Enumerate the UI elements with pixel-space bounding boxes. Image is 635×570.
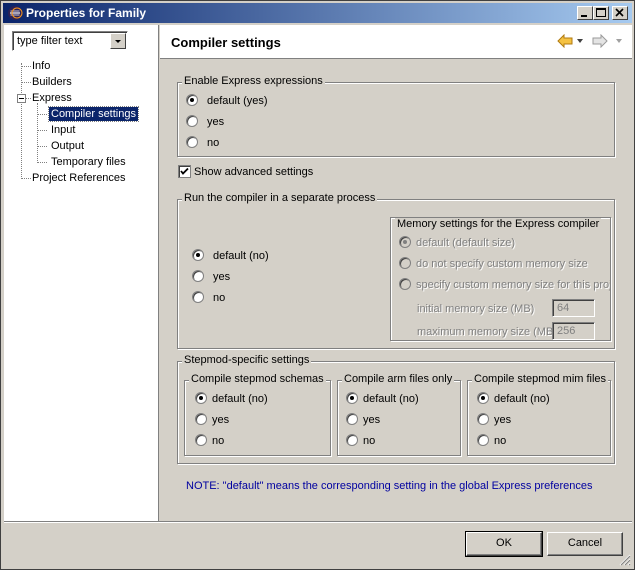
radio-indicator[interactable] bbox=[346, 392, 358, 404]
initial-memory-label: initial memory size (MB) bbox=[417, 303, 535, 315]
compile-stepmod-schemas-group: Compile stepmod schemas default (no) yes… bbox=[184, 373, 331, 456]
group-label: Run the compiler in a separate process bbox=[182, 192, 378, 204]
checkbox-indicator[interactable] bbox=[178, 165, 191, 178]
group-label: Stepmod-specific settings bbox=[182, 354, 312, 366]
radio-indicator[interactable] bbox=[186, 136, 198, 148]
title-bar[interactable]: Properties for Family bbox=[3, 3, 632, 23]
maximum-memory-label: maximum memory size (MB) bbox=[417, 326, 557, 338]
radio-indicator[interactable] bbox=[186, 94, 198, 106]
collapse-icon[interactable] bbox=[17, 94, 26, 103]
eclipse-icon bbox=[8, 6, 23, 20]
compile-stepmod-mim-group: Compile stepmod mim files default (no) y… bbox=[467, 373, 611, 456]
dropdown-icon[interactable] bbox=[616, 39, 623, 44]
radio-indicator[interactable] bbox=[477, 434, 489, 446]
ok-button[interactable]: OK bbox=[465, 531, 543, 557]
initial-memory-field[interactable]: 64 bbox=[552, 299, 595, 317]
radio-indicator[interactable] bbox=[477, 392, 489, 404]
tree-item-temporary-files[interactable]: Temporary files bbox=[49, 155, 128, 169]
tree-line bbox=[21, 63, 22, 179]
filter-combo[interactable]: type filter text bbox=[12, 31, 128, 51]
close-button[interactable] bbox=[612, 6, 628, 20]
checkmark-icon bbox=[180, 167, 189, 175]
tree-item-express[interactable]: Express bbox=[30, 91, 74, 105]
radio-indicator[interactable] bbox=[346, 434, 358, 446]
maximum-memory-field[interactable]: 256 bbox=[552, 322, 595, 340]
tree-line bbox=[37, 130, 47, 131]
radio-indicator[interactable] bbox=[195, 413, 207, 425]
chevron-down-icon bbox=[115, 40, 121, 43]
memory-settings-group: Memory settings for the Express compiler… bbox=[390, 217, 611, 341]
group-label: Memory settings for the Express compiler bbox=[395, 218, 602, 230]
filter-dropdown-button[interactable] bbox=[110, 33, 126, 49]
tree-item-compiler-settings[interactable]: Compiler settings bbox=[48, 106, 139, 122]
settings-content: Enable Express expressions default (yes)… bbox=[160, 59, 632, 521]
radio-indicator[interactable] bbox=[399, 236, 411, 248]
window-title: Properties for Family bbox=[26, 6, 147, 20]
back-arrow-icon[interactable] bbox=[557, 34, 573, 48]
express-expressions-group: Enable Express expressions default (yes)… bbox=[177, 75, 615, 157]
tree-line bbox=[37, 146, 47, 147]
maximize-icon bbox=[596, 8, 606, 17]
tree-item-output[interactable]: Output bbox=[49, 139, 86, 153]
radio-indicator[interactable] bbox=[346, 413, 358, 425]
group-label: Compile stepmod schemas bbox=[189, 373, 326, 385]
tree-item-input[interactable]: Input bbox=[49, 123, 77, 137]
close-icon bbox=[615, 8, 624, 17]
maximize-button[interactable] bbox=[593, 6, 609, 20]
group-label: Compile arm files only bbox=[342, 373, 455, 385]
stepmod-settings-group: Stepmod-specific settings Compile stepmo… bbox=[177, 354, 615, 464]
radio-indicator[interactable] bbox=[399, 278, 411, 290]
group-label: Enable Express expressions bbox=[182, 75, 325, 87]
note-text: NOTE: "default" means the corresponding … bbox=[186, 480, 593, 492]
radio-indicator[interactable] bbox=[195, 392, 207, 404]
radio-indicator[interactable] bbox=[186, 115, 198, 127]
page-title: Compiler settings bbox=[171, 35, 281, 50]
radio-indicator[interactable] bbox=[195, 434, 207, 446]
separate-process-group: Run the compiler in a separate process d… bbox=[177, 192, 615, 349]
radio-indicator[interactable] bbox=[192, 291, 204, 303]
radio-indicator[interactable] bbox=[192, 270, 204, 282]
filter-input[interactable]: type filter text bbox=[17, 35, 82, 47]
radio-indicator[interactable] bbox=[399, 257, 411, 269]
minimize-icon bbox=[581, 15, 587, 17]
forward-arrow-icon[interactable] bbox=[592, 34, 608, 48]
dropdown-icon[interactable] bbox=[577, 39, 584, 44]
page-header: Compiler settings bbox=[160, 25, 632, 59]
cancel-button[interactable]: Cancel bbox=[547, 532, 623, 556]
radio-indicator[interactable] bbox=[192, 249, 204, 261]
group-label: Compile stepmod mim files bbox=[472, 373, 609, 385]
tree-line bbox=[37, 162, 47, 163]
tree-item-builders[interactable]: Builders bbox=[30, 75, 74, 89]
radio-indicator[interactable] bbox=[477, 413, 489, 425]
tree-item-project-references[interactable]: Project References bbox=[30, 171, 128, 185]
tree-line bbox=[37, 114, 47, 115]
minimize-button[interactable] bbox=[577, 6, 593, 20]
tree-line bbox=[37, 103, 38, 163]
properties-window: Properties for Family type filter text I… bbox=[0, 0, 635, 570]
compile-arm-files-group: Compile arm files only default (no) yes … bbox=[337, 373, 461, 456]
tree-item-info[interactable]: Info bbox=[30, 59, 52, 73]
navigation-pane: type filter text Info Builders Express C… bbox=[4, 25, 159, 521]
resize-grip-icon[interactable] bbox=[619, 554, 631, 566]
button-separator bbox=[4, 521, 632, 523]
